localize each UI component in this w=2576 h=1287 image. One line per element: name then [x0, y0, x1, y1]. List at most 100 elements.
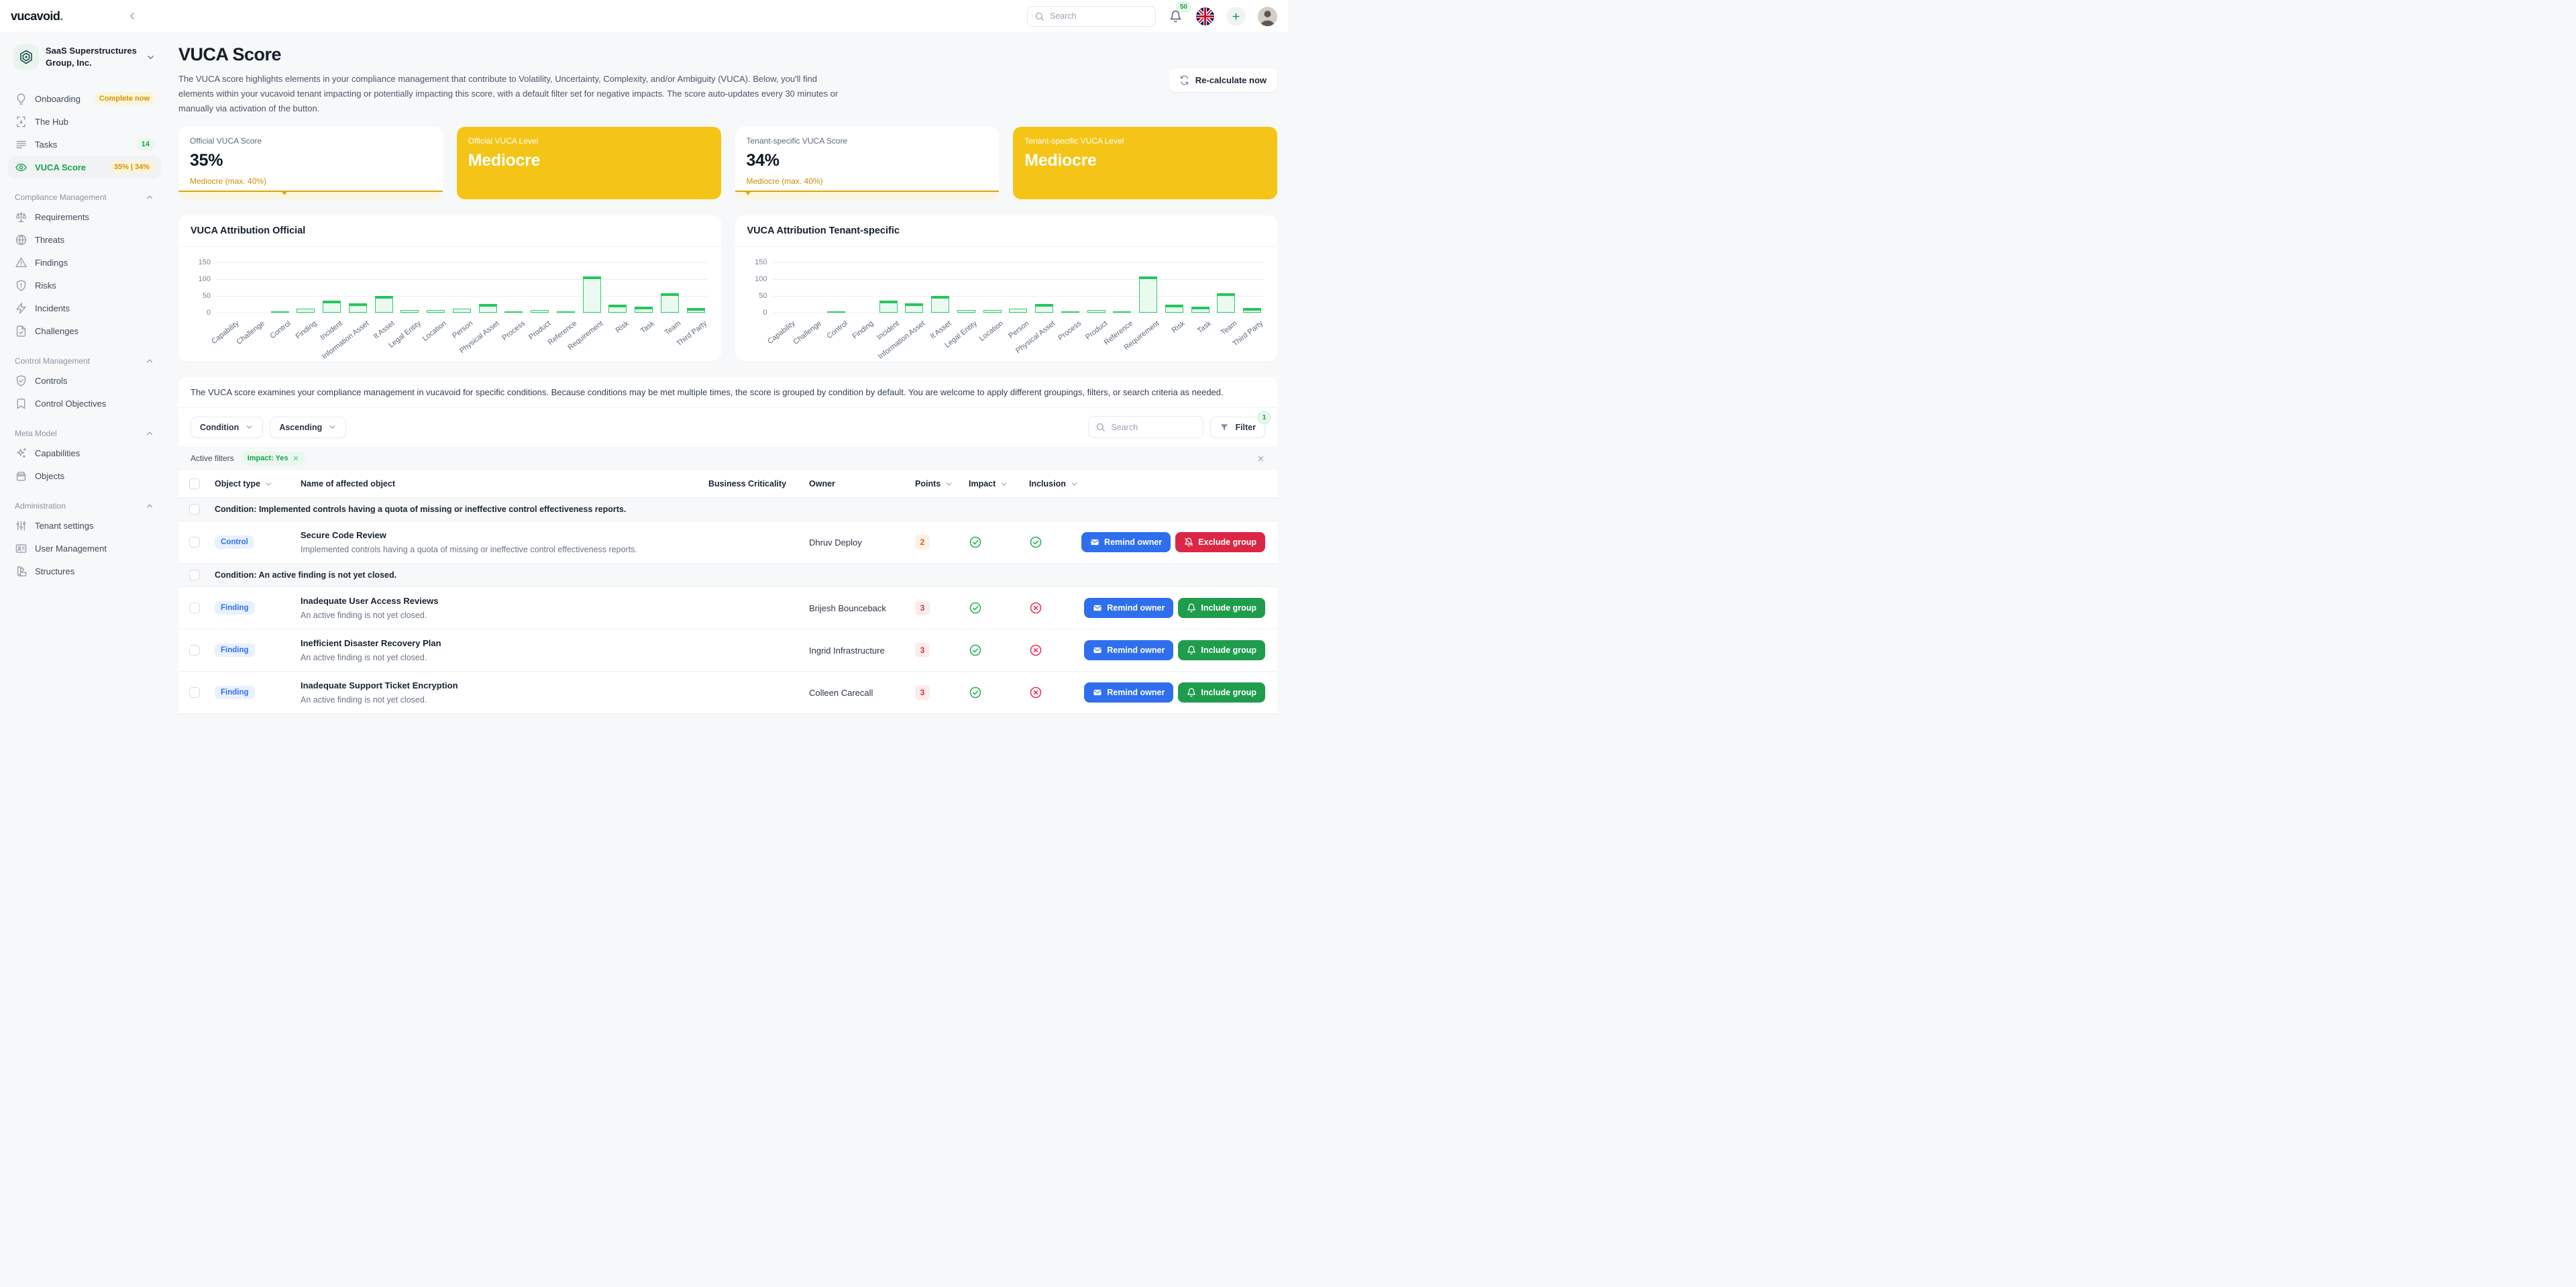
sparkles-icon	[15, 447, 28, 460]
sidebar-item-tasks[interactable]: Tasks 14	[8, 133, 161, 156]
mail-icon	[1090, 537, 1099, 547]
sidebar-item-requirements[interactable]: Requirements	[8, 205, 161, 228]
action-button-label: Include group	[1201, 688, 1256, 698]
x-axis-tick-label: Person	[451, 319, 475, 341]
sidebar-item-tenant-settings[interactable]: Tenant settings	[8, 514, 161, 537]
sidebar-item-label: Challenges	[35, 325, 79, 336]
shield-alert-icon	[15, 279, 28, 292]
x-axis-tick-label: Finding	[851, 319, 875, 341]
active-filter-pill[interactable]: Impact: Yes	[241, 452, 305, 466]
column-header-object-type[interactable]: Object type	[215, 479, 301, 488]
remind-owner-button[interactable]: Remind owner	[1084, 682, 1174, 703]
action-button-label: Remind owner	[1107, 688, 1165, 698]
remind-owner-button[interactable]: Remind owner	[1084, 598, 1174, 619]
user-avatar[interactable]	[1258, 6, 1277, 26]
bar-slot	[1087, 310, 1106, 313]
x-label-slot: It Asset	[372, 314, 396, 358]
condition-group-row: Condition: Implemented controls having a…	[178, 498, 1277, 522]
object-name[interactable]: Secure Code Review	[301, 530, 708, 540]
object-name[interactable]: Inadequate Support Ticket Encryption	[301, 680, 708, 690]
sidebar-item-the-hub[interactable]: The Hub	[8, 110, 161, 133]
bar-physical-asset	[478, 304, 497, 313]
recalculate-label: Re-calculate now	[1195, 75, 1267, 85]
exclude-group-button[interactable]: Exclude group	[1175, 532, 1265, 553]
sidebar-item-capabilities[interactable]: Capabilities	[8, 442, 161, 464]
funnel-icon	[1220, 423, 1229, 432]
group-checkbox[interactable]	[189, 570, 200, 581]
remove-filter-icon[interactable]	[292, 455, 299, 462]
x-axis-tick-label: Process	[1057, 319, 1083, 343]
sidebar-item-controls[interactable]: Controls	[8, 369, 161, 392]
sidebar-item-findings[interactable]: Findings	[8, 251, 161, 274]
sidebar-item-risks[interactable]: Risks	[8, 274, 161, 297]
clear-filters-button[interactable]	[1256, 454, 1265, 463]
bar-slot	[374, 296, 393, 313]
bar-process	[1061, 311, 1079, 313]
row-actions: Remind owner Exclude group	[1081, 532, 1265, 553]
score-card-label: Tenant-specific VUCA Level	[1024, 136, 1124, 146]
sidebar-item-incidents[interactable]: Incidents	[8, 297, 161, 319]
sidebar-item-label: Incidents	[35, 303, 70, 313]
notification-count-badge: 50	[1176, 2, 1191, 12]
back-button[interactable]	[123, 7, 141, 25]
attribution-charts: VUCA Attribution Official 0 50 100 150 Capabi…	[178, 215, 1277, 362]
sidebar-item-threats[interactable]: Threats	[8, 228, 161, 251]
create-new-button[interactable]	[1226, 6, 1246, 26]
sidebar-item-challenges[interactable]: Challenges	[8, 319, 161, 342]
remind-owner-button[interactable]: Remind owner	[1081, 532, 1171, 553]
row-checkbox[interactable]	[189, 645, 200, 656]
org-switcher[interactable]: SaaS Superstructures Group, Inc.	[8, 42, 161, 72]
recalculate-button[interactable]: Re-calculate now	[1168, 68, 1277, 92]
remind-owner-button[interactable]: Remind owner	[1084, 640, 1174, 661]
bar-slot	[931, 296, 949, 313]
group-by-select[interactable]: Condition	[191, 416, 264, 438]
select-all-checkbox[interactable]	[189, 478, 200, 490]
score-marker	[280, 191, 288, 196]
language-flag-button[interactable]	[1196, 7, 1214, 25]
bar-third-party	[686, 308, 705, 313]
object-type-cell: Finding	[215, 644, 301, 658]
sort-direction-select[interactable]: Ascending	[270, 416, 347, 438]
impact-check-icon	[969, 535, 1029, 549]
chevron-up-icon	[145, 429, 154, 438]
impact-check-icon	[969, 601, 1029, 615]
sidebar-item-badge: Complete now	[94, 93, 154, 105]
row-checkbox[interactable]	[189, 687, 200, 699]
x-label-slot: Product	[1084, 314, 1109, 358]
sidebar-item-control-objectives[interactable]: Control Objectives	[8, 392, 161, 415]
impact-cell	[969, 535, 1029, 549]
include-group-button[interactable]: Include group	[1178, 682, 1265, 703]
object-name[interactable]: Inefficient Disaster Recovery Plan	[301, 638, 708, 648]
plus-icon	[1231, 11, 1241, 21]
include-group-button[interactable]: Include group	[1178, 598, 1265, 619]
column-header-inclusion[interactable]: Inclusion	[1029, 479, 1104, 488]
bell-icon	[1187, 688, 1196, 697]
sidebar-item-objects[interactable]: Objects	[8, 464, 161, 487]
score-card-value: Mediocre	[1024, 151, 1097, 170]
owner-cell: Ingrid Infrastructure	[809, 645, 885, 656]
include-group-button[interactable]: Include group	[1178, 640, 1265, 661]
filter-button[interactable]: Filter 1	[1210, 411, 1271, 438]
column-header-points[interactable]: Points	[915, 479, 969, 488]
sidebar-item-vuca-score[interactable]: VUCA Score 35% | 34%	[8, 156, 161, 178]
chart-title: VUCA Attribution Official	[178, 215, 721, 248]
sidebar-item-structures[interactable]: Structures	[8, 560, 161, 582]
search-input[interactable]	[1050, 11, 1148, 21]
object-type-cell: Finding	[215, 686, 301, 700]
x-label-slot: Capability	[210, 314, 240, 358]
row-checkbox[interactable]	[189, 537, 200, 548]
sidebar-item-onboarding[interactable]: Onboarding Complete now	[8, 87, 161, 110]
sidebar-item-label: Capabilities	[35, 448, 80, 458]
sidebar-item-user-management[interactable]: User Management	[8, 537, 161, 560]
object-name[interactable]: Inadequate User Access Reviews	[301, 596, 708, 606]
table-search-input[interactable]	[1111, 422, 1197, 432]
row-checkbox[interactable]	[189, 603, 200, 614]
bar-it-asset	[931, 296, 949, 313]
sidebar-item-label: User Management	[35, 543, 107, 554]
points-cell: 2	[915, 535, 969, 550]
points-badge: 2	[915, 535, 930, 550]
bar-product	[1087, 310, 1106, 313]
group-checkbox[interactable]	[189, 504, 200, 515]
notifications-button[interactable]: 50	[1167, 2, 1191, 25]
column-header-impact[interactable]: Impact	[969, 479, 1029, 488]
